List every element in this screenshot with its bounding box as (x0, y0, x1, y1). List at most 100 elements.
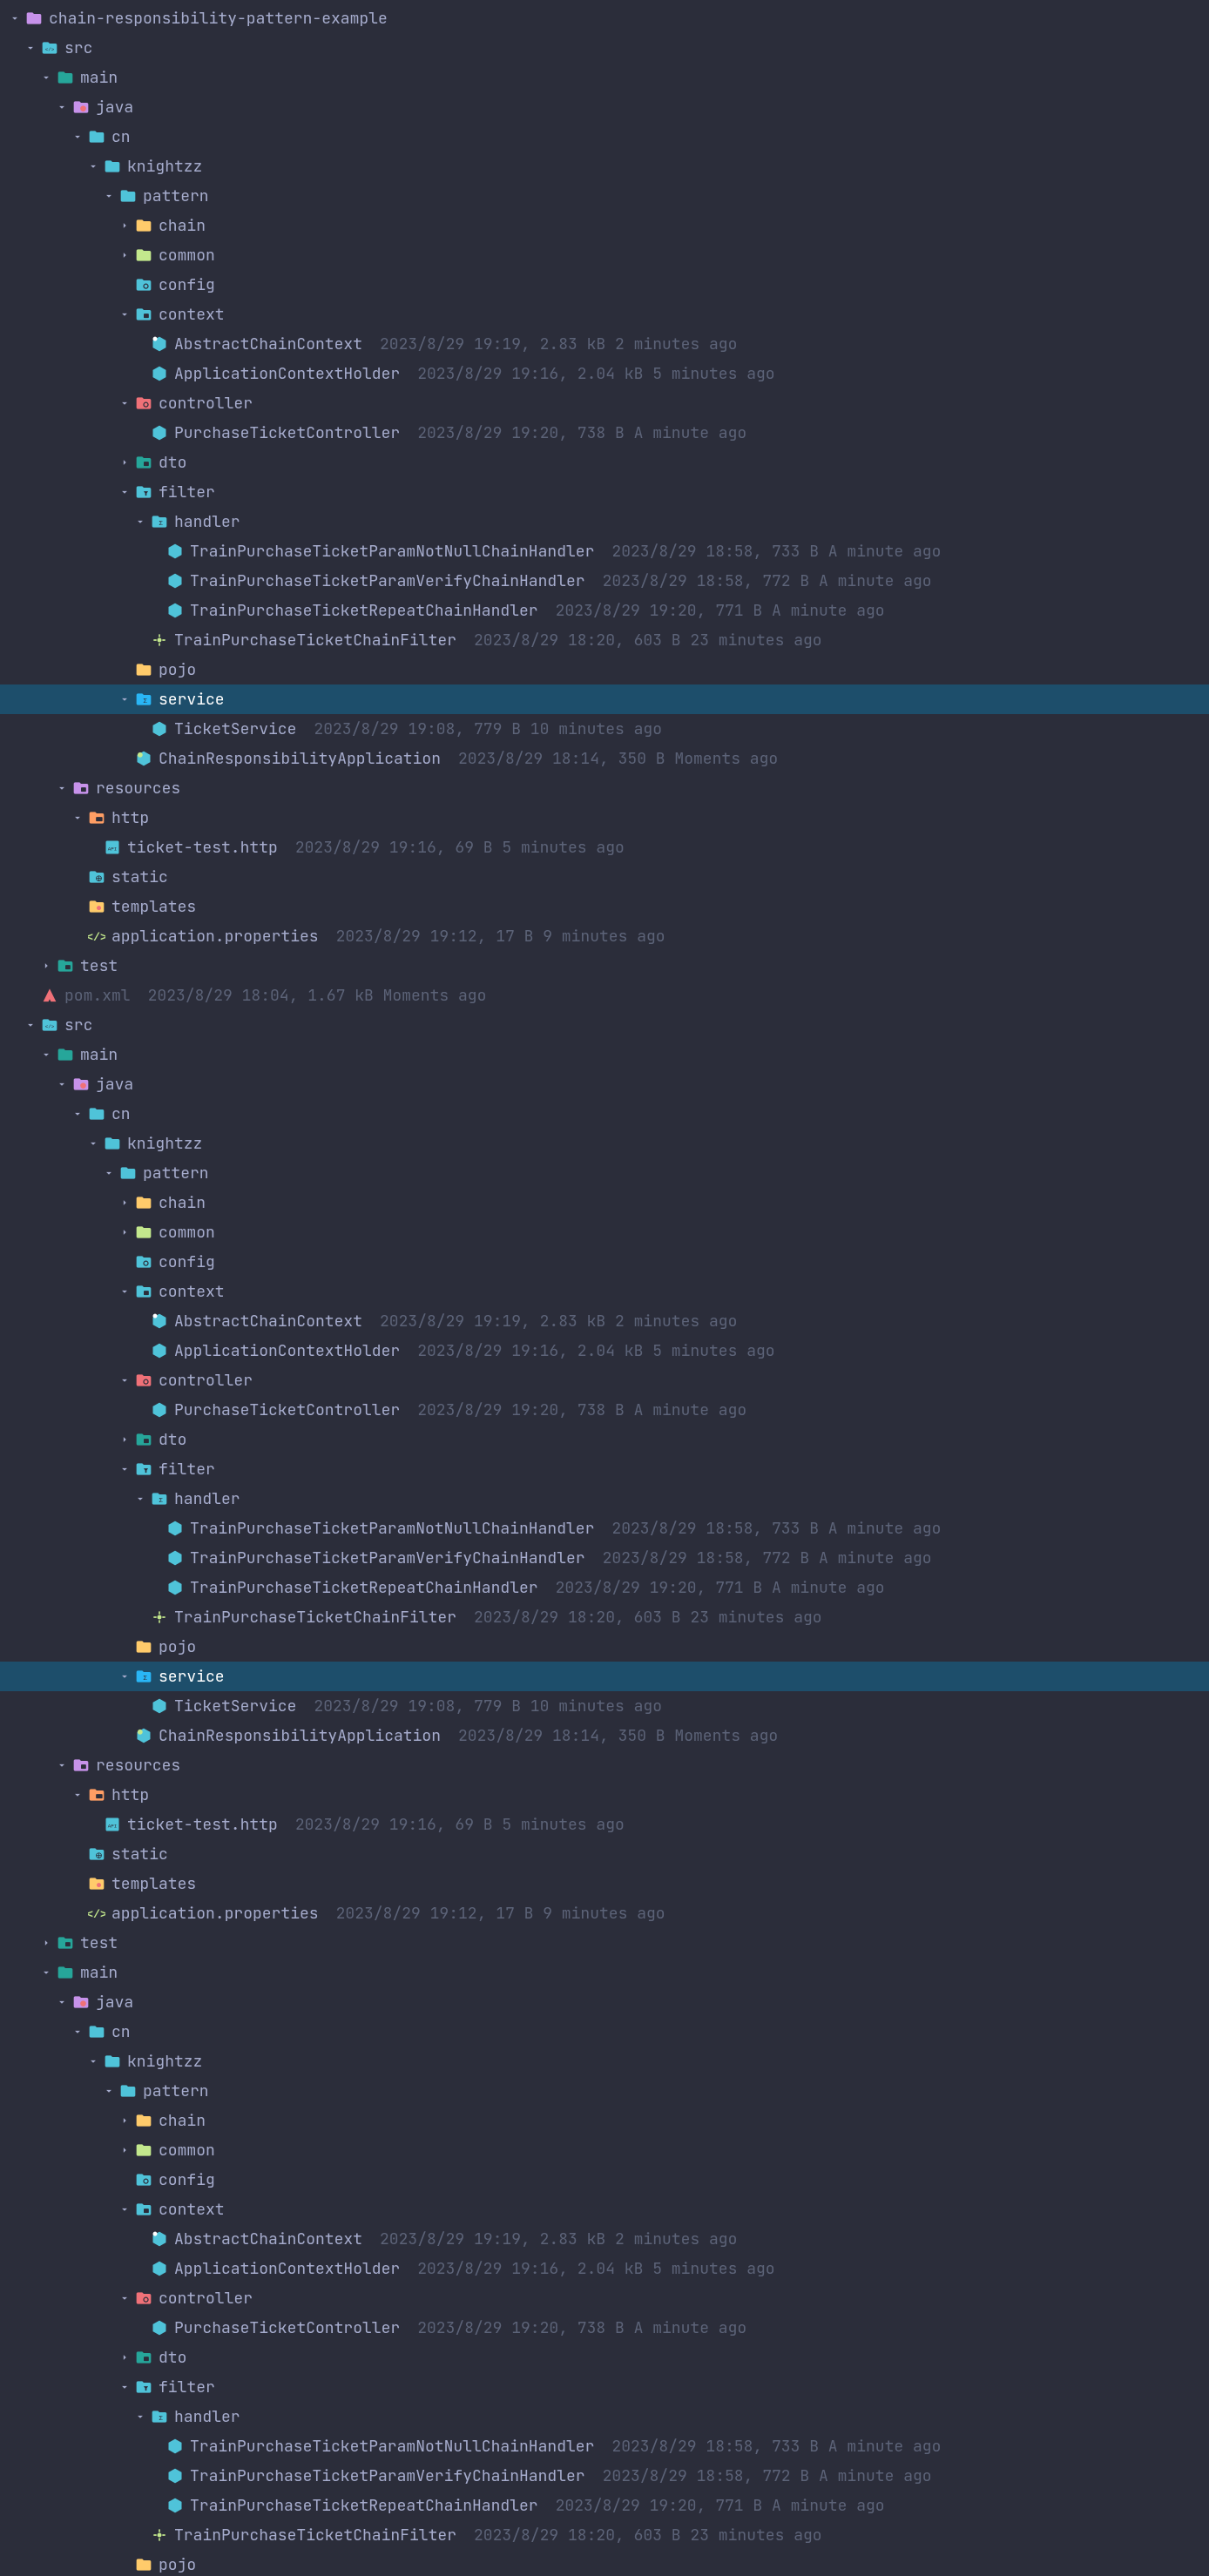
tree-node[interactable]: main (0, 63, 1209, 92)
tree-node[interactable]: PurchaseTicketController2023/8/29 19:20,… (0, 1395, 1209, 1425)
tree-node[interactable]: Σservice (0, 1662, 1209, 1691)
chevron-right-icon[interactable] (117, 1432, 132, 1447)
chevron-down-icon[interactable] (117, 2202, 132, 2217)
chevron-down-icon[interactable] (70, 2024, 85, 2040)
chevron-down-icon[interactable] (101, 2083, 117, 2099)
chevron-down-icon[interactable] (101, 1165, 117, 1181)
chevron-down-icon[interactable] (117, 395, 132, 411)
tree-node[interactable]: </>src (0, 33, 1209, 63)
tree-node[interactable]: TicketService2023/8/29 19:08, 779 B 10 m… (0, 714, 1209, 744)
chevron-down-icon[interactable] (117, 2379, 132, 2395)
chevron-right-icon[interactable] (117, 2142, 132, 2158)
tree-node[interactable]: dto (0, 1425, 1209, 1454)
tree-node[interactable]: Σhandler (0, 507, 1209, 536)
tree-node[interactable]: TrainPurchaseTicketParamNotNullChainHand… (0, 536, 1209, 566)
tree-node[interactable]: TrainPurchaseTicketRepeatChainHandler202… (0, 2491, 1209, 2520)
chevron-down-icon[interactable] (70, 810, 85, 826)
tree-node[interactable]: TrainPurchaseTicketRepeatChainHandler202… (0, 596, 1209, 625)
tree-node[interactable]: cn (0, 2017, 1209, 2047)
tree-node[interactable]: Σservice (0, 684, 1209, 714)
tree-node[interactable]: APIticket-test.http2023/8/29 19:16, 69 B… (0, 1810, 1209, 1839)
chevron-right-icon[interactable] (117, 247, 132, 263)
tree-node[interactable]: knightzz (0, 1129, 1209, 1158)
chevron-right-icon[interactable] (117, 2113, 132, 2128)
tree-node[interactable]: filter (0, 477, 1209, 507)
tree-node[interactable]: test (0, 951, 1209, 981)
tree-node[interactable]: AbstractChainContext2023/8/29 19:19, 2.8… (0, 329, 1209, 359)
tree-node[interactable]: pojo (0, 1632, 1209, 1662)
tree-node[interactable]: knightzz (0, 152, 1209, 181)
chevron-down-icon[interactable] (117, 484, 132, 500)
tree-node[interactable]: TrainPurchaseTicketParamVerifyChainHandl… (0, 1543, 1209, 1573)
tree-node[interactable]: ChainResponsibilityApplication2023/8/29 … (0, 744, 1209, 773)
chevron-down-icon[interactable] (85, 1136, 101, 1151)
chevron-down-icon[interactable] (38, 70, 54, 85)
chevron-down-icon[interactable] (54, 1757, 70, 1773)
tree-node[interactable]: dto (0, 2343, 1209, 2372)
chevron-down-icon[interactable] (54, 1076, 70, 1092)
tree-node[interactable]: pojo (0, 2550, 1209, 2576)
tree-node[interactable]: TrainPurchaseTicketChainFilter2023/8/29 … (0, 625, 1209, 655)
tree-node[interactable]: </>application.properties2023/8/29 19:12… (0, 1898, 1209, 1928)
tree-node[interactable]: pattern (0, 181, 1209, 211)
tree-node[interactable]: chain (0, 2106, 1209, 2135)
tree-node[interactable]: config (0, 1247, 1209, 1277)
tree-node[interactable]: APIticket-test.http2023/8/29 19:16, 69 B… (0, 833, 1209, 862)
tree-node[interactable]: java (0, 1069, 1209, 1099)
tree-node[interactable]: TrainPurchaseTicketChainFilter2023/8/29 … (0, 2520, 1209, 2550)
tree-node[interactable]: ApplicationContextHolder2023/8/29 19:16,… (0, 1336, 1209, 1366)
tree-node[interactable]: Σhandler (0, 1484, 1209, 1514)
tree-node[interactable]: controller (0, 2283, 1209, 2313)
tree-node[interactable]: chain (0, 211, 1209, 240)
tree-node[interactable]: TrainPurchaseTicketParamVerifyChainHandl… (0, 2461, 1209, 2491)
tree-node[interactable]: TrainPurchaseTicketParamVerifyChainHandl… (0, 566, 1209, 596)
tree-node[interactable]: controller (0, 1366, 1209, 1395)
tree-node[interactable]: dto (0, 448, 1209, 477)
chevron-down-icon[interactable] (132, 2409, 148, 2424)
chevron-down-icon[interactable] (23, 1017, 38, 1033)
chevron-down-icon[interactable] (101, 188, 117, 204)
project-tree[interactable]: chain-responsibility-pattern-example</>s… (0, 3, 1209, 2576)
chevron-down-icon[interactable] (85, 2053, 101, 2069)
tree-node[interactable]: java (0, 92, 1209, 122)
tree-node[interactable]: PurchaseTicketController2023/8/29 19:20,… (0, 418, 1209, 448)
tree-node[interactable]: config (0, 270, 1209, 300)
chevron-down-icon[interactable] (132, 514, 148, 529)
tree-node[interactable]: ApplicationContextHolder2023/8/29 19:16,… (0, 2254, 1209, 2283)
tree-node[interactable]: PurchaseTicketController2023/8/29 19:20,… (0, 2313, 1209, 2343)
chevron-down-icon[interactable] (38, 1047, 54, 1062)
chevron-right-icon[interactable] (117, 1195, 132, 1210)
tree-node[interactable]: filter (0, 2372, 1209, 2402)
tree-node[interactable]: pattern (0, 2076, 1209, 2106)
chevron-down-icon[interactable] (117, 2290, 132, 2306)
chevron-down-icon[interactable] (85, 158, 101, 174)
tree-node[interactable]: static (0, 1839, 1209, 1869)
chevron-right-icon[interactable] (117, 218, 132, 233)
tree-node[interactable]: common (0, 1217, 1209, 1247)
tree-node[interactable]: static (0, 862, 1209, 892)
tree-node[interactable]: cn (0, 1099, 1209, 1129)
tree-node[interactable]: TrainPurchaseTicketRepeatChainHandler202… (0, 1573, 1209, 1602)
tree-node[interactable]: AbstractChainContext2023/8/29 19:19, 2.8… (0, 2224, 1209, 2254)
tree-node[interactable]: chain (0, 1188, 1209, 1217)
tree-node[interactable]: resources (0, 773, 1209, 803)
tree-node[interactable]: common (0, 240, 1209, 270)
chevron-down-icon[interactable] (7, 10, 23, 26)
tree-node[interactable]: templates (0, 892, 1209, 921)
tree-node[interactable]: context (0, 300, 1209, 329)
tree-node[interactable]: pojo (0, 655, 1209, 684)
chevron-down-icon[interactable] (132, 1491, 148, 1507)
tree-node[interactable]: http (0, 1780, 1209, 1810)
chevron-down-icon[interactable] (23, 40, 38, 56)
chevron-down-icon[interactable] (117, 1284, 132, 1299)
tree-node[interactable]: chain-responsibility-pattern-example (0, 3, 1209, 33)
chevron-down-icon[interactable] (117, 691, 132, 707)
tree-node[interactable]: ChainResponsibilityApplication2023/8/29 … (0, 1721, 1209, 1750)
chevron-down-icon[interactable] (38, 1965, 54, 1980)
chevron-down-icon[interactable] (70, 1106, 85, 1122)
chevron-right-icon[interactable] (117, 455, 132, 470)
chevron-right-icon[interactable] (38, 958, 54, 974)
tree-node[interactable]: TrainPurchaseTicketParamNotNullChainHand… (0, 2431, 1209, 2461)
tree-node[interactable]: filter (0, 1454, 1209, 1484)
tree-node[interactable]: common (0, 2135, 1209, 2165)
